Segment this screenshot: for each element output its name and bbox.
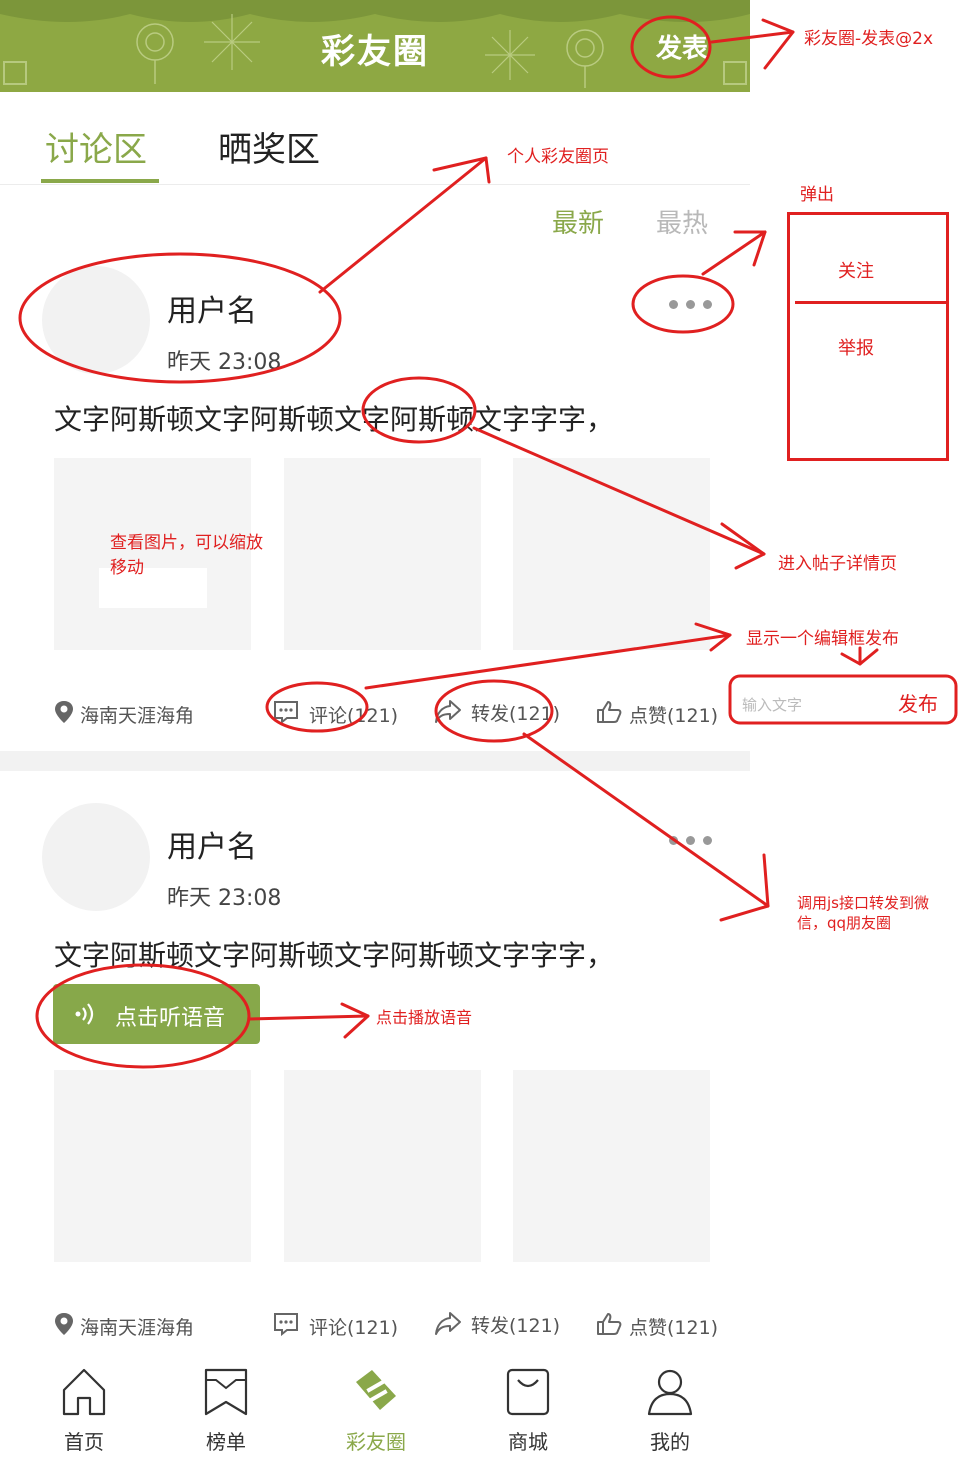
post-text[interactable]: 文字阿斯顿文字阿斯顿文字阿斯顿文字字字， <box>54 934 614 974</box>
home-icon <box>62 1368 106 1416</box>
comment-count: 评论(121) <box>309 705 399 727</box>
popup-report-item[interactable]: 举报 <box>838 334 874 360</box>
post-image[interactable] <box>54 1070 251 1262</box>
like-count: 点赞(121) <box>629 705 719 727</box>
post-image[interactable] <box>513 1070 710 1262</box>
avatar[interactable] <box>42 266 150 374</box>
post-time: 昨天 23:08 <box>167 886 282 911</box>
popup-divider <box>795 301 947 304</box>
forward-count: 转发(121) <box>471 1315 561 1337</box>
annotation-edit-box: 显示一个编辑框发布 <box>746 629 899 649</box>
comment-publish-button[interactable]: 发布 <box>898 688 938 717</box>
nav-label: 我的 <box>650 1430 690 1454</box>
comment-icon <box>274 701 298 724</box>
annotation-publish-page: 彩友圈-发表@2x <box>804 29 934 49</box>
header-bar: 彩友圈 发表 <box>0 0 750 92</box>
location-pin-icon <box>55 701 73 723</box>
location-text: 海南天涯海角 <box>80 1317 195 1339</box>
like-count: 点赞(121) <box>629 1317 719 1339</box>
post-image[interactable] <box>284 1070 481 1262</box>
more-options-icon[interactable] <box>666 294 716 314</box>
nav-label: 彩友圈 <box>346 1430 406 1454</box>
username[interactable]: 用户名 <box>167 286 257 330</box>
thumbs-up-icon <box>597 1313 622 1335</box>
post-divider <box>0 751 750 771</box>
nav-label: 首页 <box>64 1430 104 1454</box>
nav-profile[interactable]: 我的 <box>622 1366 718 1456</box>
share-arrow-icon <box>435 1312 461 1335</box>
nav-home[interactable]: 首页 <box>36 1366 132 1456</box>
post-image[interactable] <box>54 458 251 650</box>
avatar[interactable] <box>42 803 150 911</box>
active-tab-indicator <box>41 179 159 183</box>
post-time: 昨天 23:08 <box>167 350 282 375</box>
nav-label: 榜单 <box>206 1430 246 1454</box>
forward-count: 转发(121) <box>471 703 561 725</box>
annotation-share-wechat: 调用js接口转发到微 <box>797 894 929 912</box>
thumbs-up-icon <box>597 701 622 723</box>
sort-hottest[interactable]: 最热 <box>656 203 708 240</box>
comment-icon <box>274 1313 298 1336</box>
comment-input-placeholder[interactable]: 输入文字 <box>742 694 802 715</box>
user-icon <box>647 1369 693 1416</box>
bookmark-icon <box>204 1368 248 1416</box>
ticket-icon <box>356 1370 396 1410</box>
location-pin-icon <box>55 1313 73 1335</box>
comment-count: 评论(121) <box>309 1317 399 1339</box>
tab-bar: 讨论区 晒奖区 <box>0 92 750 185</box>
publish-button[interactable]: 发表 <box>656 28 708 65</box>
annotation-share-wechat-2: 信，qq朋友圈 <box>797 914 892 932</box>
play-voice-label: 点击听语音 <box>115 1006 226 1031</box>
nav-mall[interactable]: 商城 <box>480 1366 576 1456</box>
play-voice-button[interactable]: 点击听语音 <box>53 984 260 1044</box>
annotation-personal-page: 个人彩友圈页 <box>507 147 609 167</box>
annotation-view-image-2: 移动 <box>110 558 144 578</box>
tab-discussion[interactable]: 讨论区 <box>45 122 147 171</box>
nav-community[interactable]: 彩友圈 <box>328 1366 424 1456</box>
nav-ranking[interactable]: 榜单 <box>178 1366 274 1456</box>
app-screen: 彩友圈 发表 讨论区 晒奖区 最新 最热 用户名 昨天 23:08 文字阿斯顿文… <box>0 0 750 1465</box>
annotation-post-detail: 进入帖子详情页 <box>778 554 897 574</box>
location-text: 海南天涯海角 <box>80 705 195 727</box>
shopping-bag-icon <box>506 1368 550 1416</box>
post-image[interactable] <box>513 458 710 650</box>
voice-wave-icon <box>75 1003 94 1025</box>
post-image[interactable] <box>284 458 481 650</box>
tab-prize-show[interactable]: 晒奖区 <box>218 122 320 171</box>
share-arrow-icon <box>435 700 461 723</box>
username[interactable]: 用户名 <box>167 822 257 866</box>
popup-follow-item[interactable]: 关注 <box>838 257 874 283</box>
page-title: 彩友圈 <box>321 32 429 72</box>
nav-label: 商城 <box>508 1430 548 1454</box>
annotation-popup: 弹出 <box>800 185 834 205</box>
post-text[interactable]: 文字阿斯顿文字阿斯顿文字阿斯顿文字字字， <box>54 398 614 438</box>
annotation-view-image: 查看图片，可以缩放 <box>110 533 263 553</box>
annotation-play-voice: 点击播放语音 <box>376 1008 473 1027</box>
sort-latest[interactable]: 最新 <box>552 203 604 240</box>
more-options-icon[interactable] <box>666 830 716 850</box>
